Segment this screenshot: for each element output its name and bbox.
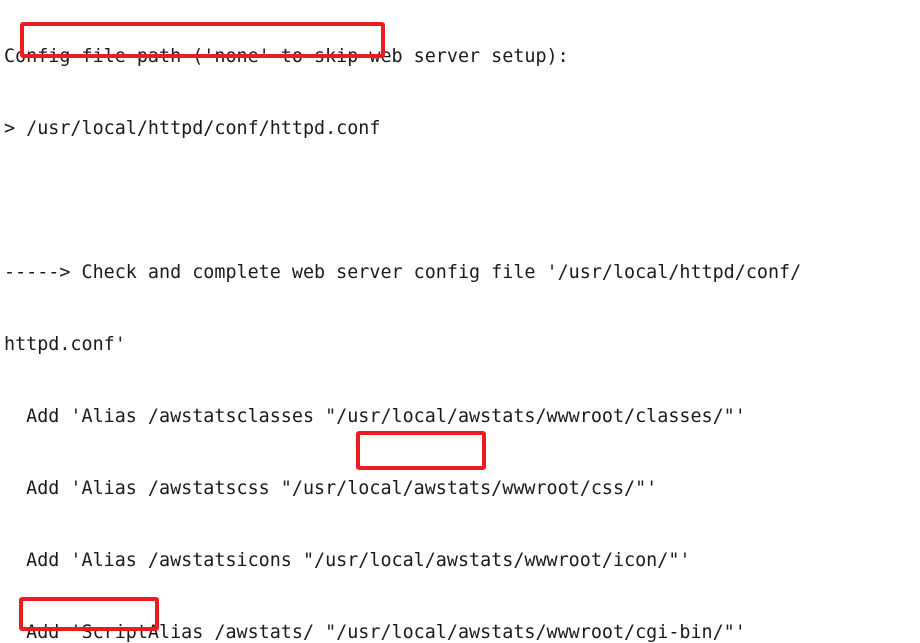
console-line: Add 'Alias /awstatsclasses "/usr/local/a… bbox=[4, 406, 746, 427]
console-line: Config file path ('none' to skip web ser… bbox=[4, 46, 569, 67]
console-output: Config file path ('none' to skip web ser… bbox=[4, 0, 920, 643]
console-line: httpd.conf' bbox=[4, 334, 126, 355]
terminal-window[interactable]: Config file path ('none' to skip web ser… bbox=[0, 0, 920, 643]
console-line: -----> Check and complete web server con… bbox=[4, 262, 802, 283]
console-line: Add 'ScriptAlias /awstats/ "/usr/local/a… bbox=[4, 622, 746, 643]
console-line: Add 'Alias /awstatscss "/usr/local/awsta… bbox=[4, 478, 658, 499]
console-line: Add 'Alias /awstatsicons "/usr/local/aws… bbox=[4, 550, 691, 571]
console-line-config-path-input[interactable]: > /usr/local/httpd/conf/httpd.conf bbox=[4, 117, 920, 141]
